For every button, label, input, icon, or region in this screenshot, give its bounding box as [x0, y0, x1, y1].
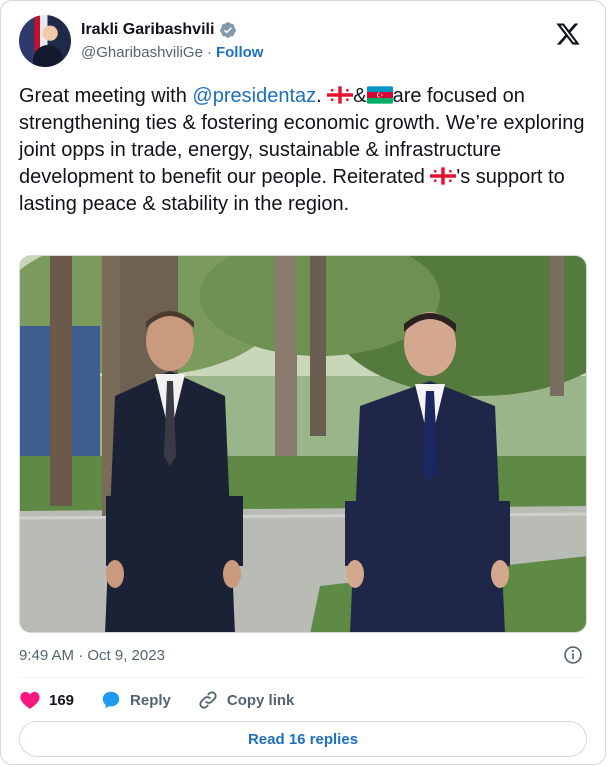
action-bar: 169 Reply Copy link	[19, 689, 320, 711]
georgia-flag-icon	[430, 167, 457, 185]
avatar[interactable]	[19, 15, 71, 67]
tweet-card: Irakli Garibashvili @GharibashviliGe · F…	[0, 0, 606, 765]
author-name[interactable]: Irakli Garibashvili	[81, 21, 214, 39]
author-handle[interactable]: @GharibashviliGe	[81, 44, 203, 61]
follow-button[interactable]: Follow	[216, 44, 264, 61]
tweet-timestamp[interactable]: 9:49 AM · Oct 9, 2023	[19, 647, 165, 664]
x-logo-icon[interactable]	[555, 21, 581, 47]
reply-bubble-icon	[102, 691, 120, 709]
read-replies-button[interactable]: Read 16 replies	[19, 721, 587, 757]
georgia-flag-icon	[327, 86, 354, 104]
heart-icon	[20, 691, 40, 709]
copy-link-button[interactable]: Copy link	[197, 689, 295, 711]
verified-badge-icon	[220, 22, 237, 38]
like-button[interactable]: 169	[19, 689, 74, 711]
tweet-text-part1: Great meeting with	[19, 85, 193, 107]
author-name-row: Irakli Garibashvili	[81, 21, 237, 39]
reply-button[interactable]: Reply	[100, 689, 171, 711]
likes-count: 169	[49, 691, 75, 709]
tweet-photo[interactable]	[19, 255, 587, 633]
separator-dot: ·	[206, 44, 212, 61]
link-icon	[199, 691, 217, 709]
mention-link[interactable]: @presidentaz	[192, 85, 316, 107]
ampersand: &	[353, 85, 367, 107]
tweet-text: Great meeting with @presidentaz. & are f…	[19, 83, 591, 218]
divider	[19, 677, 587, 678]
copy-link-label: Copy link	[226, 691, 295, 709]
reply-label: Reply	[130, 691, 171, 709]
info-icon[interactable]	[563, 645, 583, 665]
tweet-header: Irakli Garibashvili @GharibashviliGe · F…	[19, 15, 587, 71]
handle-row: @GharibashviliGe · Follow	[81, 44, 263, 61]
azerbaijan-flag-icon	[366, 86, 393, 104]
tweet-text-part2: .	[316, 85, 328, 107]
